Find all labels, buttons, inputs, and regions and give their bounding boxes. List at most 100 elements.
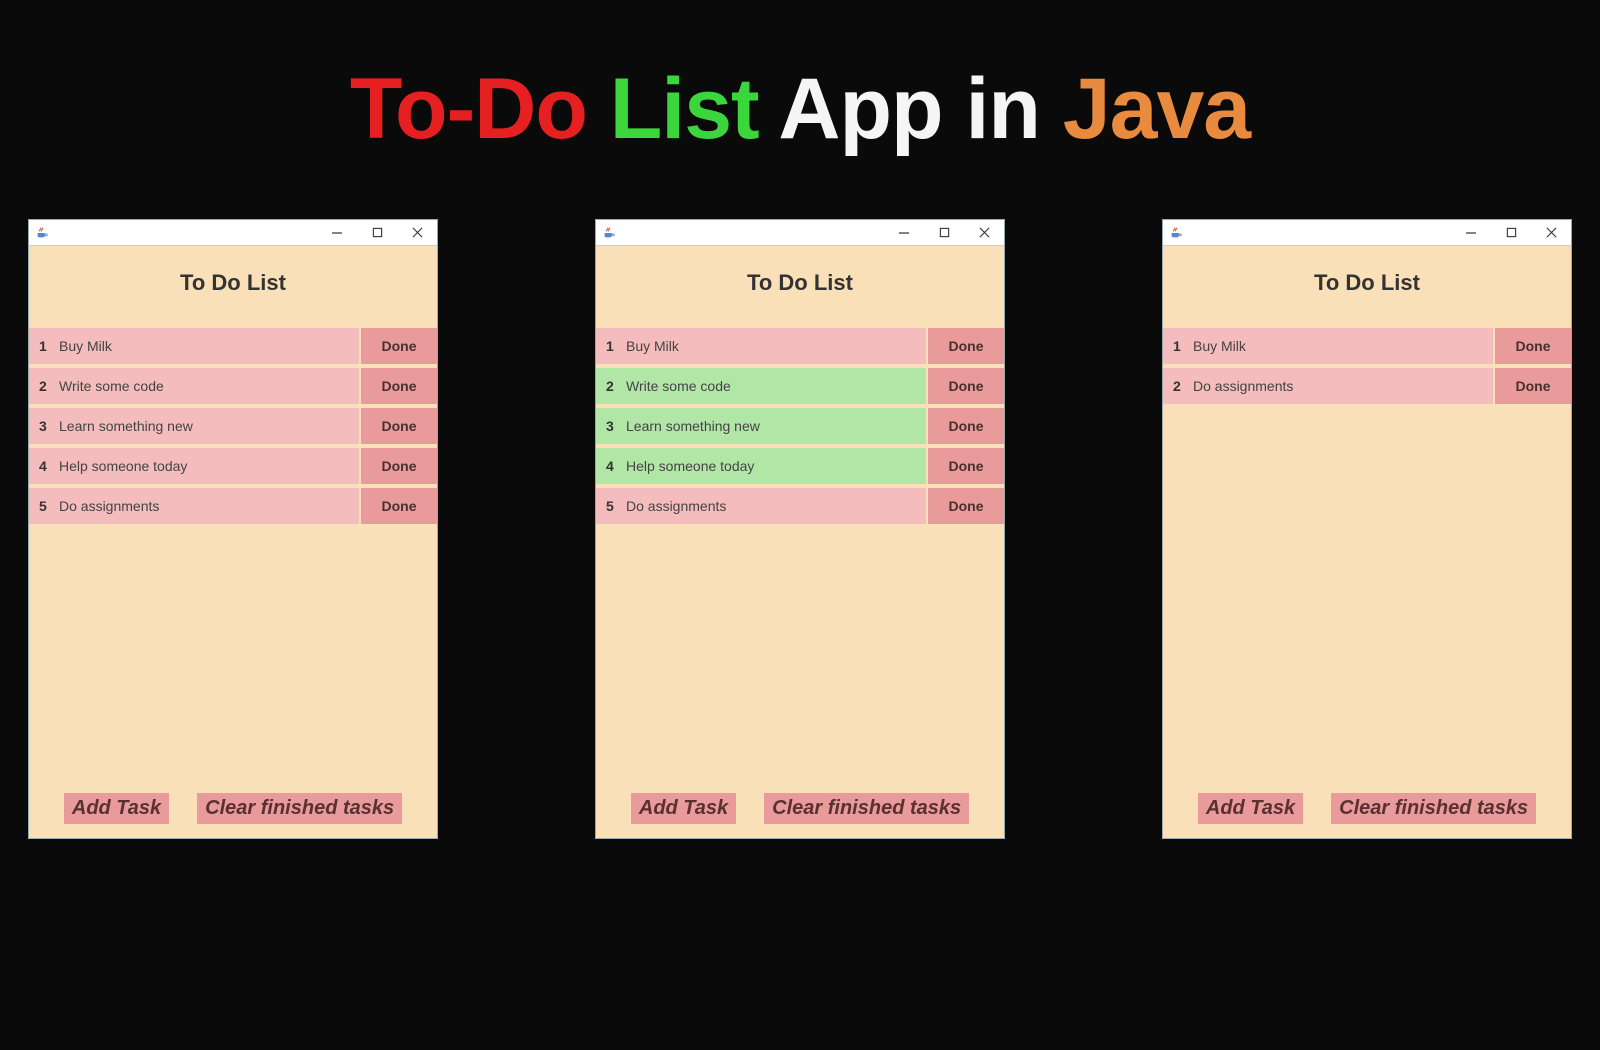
close-icon — [412, 227, 423, 238]
done-button[interactable]: Done — [359, 408, 437, 444]
app-body: To Do List1Buy MilkDone2Write some codeD… — [596, 246, 1004, 838]
done-button[interactable]: Done — [359, 448, 437, 484]
titlebar-controls — [1451, 220, 1571, 246]
task-number: 2 — [606, 378, 616, 394]
done-button[interactable]: Done — [359, 368, 437, 404]
titlebar-controls — [317, 220, 437, 246]
done-button[interactable]: Done — [926, 488, 1004, 524]
maximize-button[interactable] — [1491, 220, 1531, 246]
task-main[interactable]: 1 Buy Milk — [29, 328, 359, 364]
java-icon — [35, 226, 49, 240]
done-button[interactable]: Done — [359, 328, 437, 364]
task-text: Do assignments — [1193, 378, 1293, 394]
maximize-icon — [1506, 227, 1517, 238]
task-number: 2 — [39, 378, 49, 394]
window-titlebar[interactable] — [29, 220, 437, 246]
task-text: Write some code — [626, 378, 731, 394]
done-button[interactable]: Done — [926, 408, 1004, 444]
app-window: To Do List 1 Buy Milk Done 2 Write some code D… — [28, 219, 438, 839]
task-text: Do assignments — [626, 498, 726, 514]
task-row: 2 Write some code Done — [596, 366, 1004, 406]
java-icon — [602, 226, 616, 240]
close-button[interactable] — [1531, 220, 1571, 246]
add-task-button[interactable]: Add Task — [64, 793, 169, 824]
task-row: 2 Write some code Done — [29, 366, 437, 406]
task-number: 1 — [39, 338, 49, 354]
task-row: 2 Do assignments Done — [1163, 366, 1571, 406]
done-button[interactable]: Done — [1493, 328, 1571, 364]
task-main[interactable]: 1 Buy Milk — [1163, 328, 1493, 364]
titlebar-left — [1163, 226, 1183, 240]
add-task-button[interactable]: Add Task — [631, 793, 736, 824]
maximize-button[interactable] — [924, 220, 964, 246]
task-text: Learn something new — [626, 418, 760, 434]
done-button[interactable]: Done — [926, 328, 1004, 364]
close-icon — [979, 227, 990, 238]
window-titlebar[interactable] — [1163, 220, 1571, 246]
done-button[interactable]: Done — [926, 368, 1004, 404]
task-text: Buy Milk — [1193, 338, 1246, 354]
close-button[interactable] — [964, 220, 1004, 246]
maximize-button[interactable] — [357, 220, 397, 246]
task-main[interactable]: 2 Write some code — [596, 368, 926, 404]
clear-finished-button[interactable]: Clear finished tasks — [764, 793, 969, 824]
task-main[interactable]: 4 Help someone today — [596, 448, 926, 484]
clear-finished-button[interactable]: Clear finished tasks — [1331, 793, 1536, 824]
titlebar-controls — [884, 220, 1004, 246]
heading-part-2: List — [610, 61, 759, 157]
task-text: Buy Milk — [59, 338, 112, 354]
task-list: 1 Buy Milk Done 2 Do assignments Done — [1163, 326, 1571, 406]
page-heading: To-Do List App in Java — [0, 0, 1600, 199]
task-text: Help someone today — [626, 458, 754, 474]
task-row: 1 Buy Milk Done — [29, 326, 437, 366]
task-main[interactable]: 2 Write some code — [29, 368, 359, 404]
minimize-icon — [1465, 227, 1477, 239]
task-number: 5 — [39, 498, 49, 514]
clear-finished-button[interactable]: Clear finished tasks — [197, 793, 402, 824]
minimize-button[interactable] — [884, 220, 924, 246]
window-titlebar[interactable] — [596, 220, 1004, 246]
done-button[interactable]: Done — [1493, 368, 1571, 404]
task-row: 1 Buy Milk Done — [1163, 326, 1571, 366]
add-task-button[interactable]: Add Task — [1198, 793, 1303, 824]
task-number: 2 — [1173, 378, 1183, 394]
close-icon — [1546, 227, 1557, 238]
app-title: To Do List — [596, 246, 1004, 326]
minimize-icon — [898, 227, 910, 239]
done-button[interactable]: Done — [359, 488, 437, 524]
task-main[interactable]: 5 Do assignments — [29, 488, 359, 524]
task-number: 4 — [606, 458, 616, 474]
task-row: 5 Do assignments Done — [596, 486, 1004, 526]
bottom-bar: Add Task Clear finished tasks — [1163, 793, 1571, 824]
task-text: Learn something new — [59, 418, 193, 434]
done-button[interactable]: Done — [926, 448, 1004, 484]
app-body: To Do List1Buy MilkDone2Do assignmentsDo… — [1163, 246, 1571, 838]
task-number: 4 — [39, 458, 49, 474]
task-text: Write some code — [59, 378, 164, 394]
task-number: 5 — [606, 498, 616, 514]
minimize-icon — [331, 227, 343, 239]
task-main[interactable]: 4Help someone today — [29, 448, 359, 484]
maximize-icon — [939, 227, 950, 238]
task-row: 4Help someone todayDone — [29, 446, 437, 486]
titlebar-left — [29, 226, 49, 240]
task-row: 1Buy MilkDone — [596, 326, 1004, 366]
java-icon — [1169, 226, 1183, 240]
maximize-icon — [372, 227, 383, 238]
app-window: To Do List1Buy MilkDone2Write some codeD… — [595, 219, 1005, 839]
task-number: 1 — [1173, 338, 1183, 354]
task-main[interactable]: 3Learn something new — [596, 408, 926, 444]
task-main[interactable]: 1Buy Milk — [596, 328, 926, 364]
task-main[interactable]: 2 Do assignments — [1163, 368, 1493, 404]
task-text: Do assignments — [59, 498, 159, 514]
task-number: 1 — [606, 338, 616, 354]
heading-part-1: To-Do — [350, 61, 587, 157]
minimize-button[interactable] — [317, 220, 357, 246]
minimize-button[interactable] — [1451, 220, 1491, 246]
bottom-bar: Add Task Clear finished tasks — [596, 793, 1004, 824]
task-main[interactable]: 3Learn something new — [29, 408, 359, 444]
task-row: 4 Help someone today Done — [596, 446, 1004, 486]
close-button[interactable] — [397, 220, 437, 246]
task-main[interactable]: 5 Do assignments — [596, 488, 926, 524]
app-title: To Do List — [29, 246, 437, 326]
